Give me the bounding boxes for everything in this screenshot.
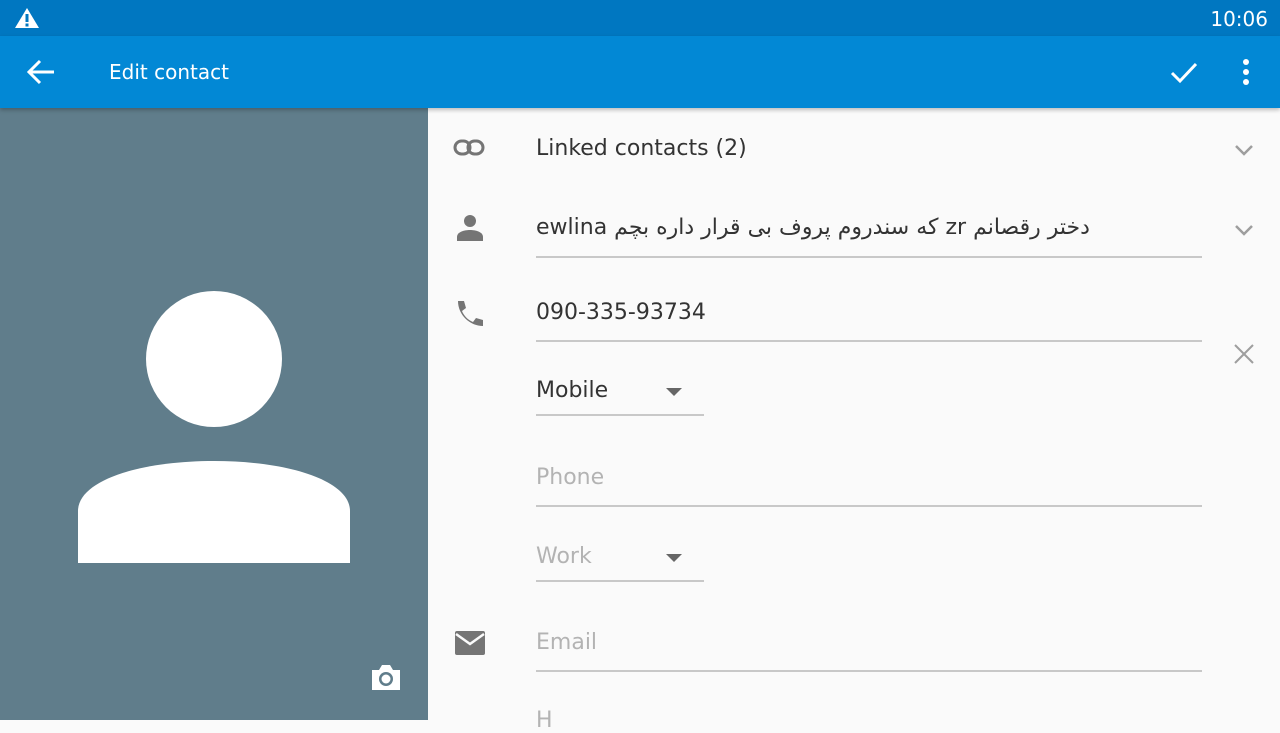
change-photo-button[interactable] — [366, 660, 406, 696]
phone-input[interactable]: 090-335-93734 — [536, 300, 706, 325]
name-field[interactable]: ewlina که سندروم پروف بی قرار داره بچم z… — [536, 215, 1202, 240]
expand-name-icon[interactable] — [1232, 222, 1256, 238]
more-vert-icon — [1243, 59, 1249, 85]
phone2-type-select[interactable]: Work — [536, 540, 704, 582]
camera-icon — [372, 665, 400, 690]
email-input[interactable]: Email — [536, 630, 597, 655]
linked-contacts-label[interactable]: Linked contacts (2) — [536, 136, 747, 161]
phone-underline — [536, 340, 1202, 342]
status-bar: 10:06 — [0, 0, 1280, 36]
person-icon — [457, 215, 483, 241]
phone-type-label: Mobile — [536, 378, 609, 403]
name-underline — [536, 256, 1202, 258]
phone2-underline — [536, 505, 1202, 507]
chevron-down-icon[interactable] — [1232, 142, 1256, 158]
back-button[interactable] — [24, 56, 60, 88]
arrow-back-icon — [26, 59, 54, 85]
close-icon[interactable] — [1232, 342, 1256, 366]
app-bar: Edit contact — [0, 36, 1280, 108]
dropdown-arrow-icon — [666, 388, 682, 396]
phone-type-select[interactable]: Mobile — [536, 374, 704, 416]
email-icon — [455, 631, 485, 655]
address-input[interactable]: H — [536, 708, 553, 733]
email-underline — [536, 670, 1202, 672]
save-button[interactable] — [1166, 56, 1202, 88]
edit-form: Linked contacts (2) ewlina که سندروم پرو… — [428, 108, 1280, 733]
more-options-button[interactable] — [1234, 54, 1258, 90]
dropdown-arrow-icon — [666, 554, 682, 562]
phone2-type-label: Work — [536, 544, 592, 569]
page-title: Edit contact — [109, 60, 229, 84]
phone2-input[interactable]: Phone — [536, 465, 604, 490]
check-icon — [1170, 62, 1198, 84]
avatar-placeholder-icon — [78, 291, 350, 563]
warning-icon — [15, 8, 39, 28]
link-icon — [453, 139, 485, 156]
phone-icon — [458, 301, 483, 326]
contact-photo[interactable] — [0, 108, 428, 720]
status-time: 10:06 — [1210, 7, 1268, 31]
